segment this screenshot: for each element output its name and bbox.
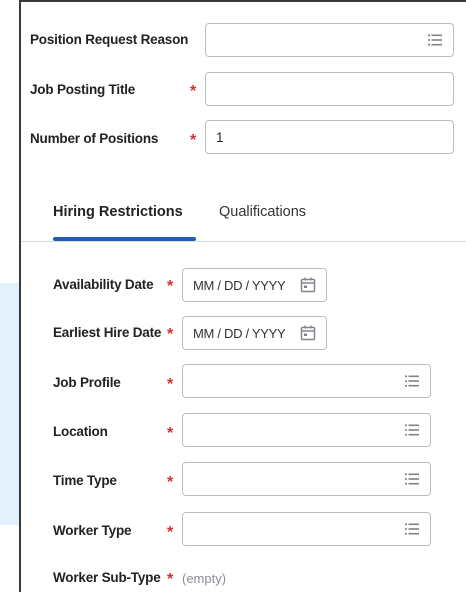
worker-sub-type-label: Worker Sub-Type bbox=[53, 570, 161, 585]
location-field[interactable] bbox=[182, 413, 431, 447]
side-highlight bbox=[0, 283, 21, 525]
list-prompt-icon[interactable] bbox=[405, 375, 419, 387]
availability-date-label: Availability Date bbox=[53, 277, 154, 292]
availability-date-placeholder: MM / DD / YYYY bbox=[193, 277, 286, 293]
job-profile-field[interactable] bbox=[182, 364, 431, 398]
calendar-icon[interactable] bbox=[300, 277, 316, 293]
worker-type-field[interactable] bbox=[182, 512, 431, 546]
tab-qualifications[interactable]: Qualifications bbox=[219, 204, 306, 220]
location-label: Location bbox=[53, 424, 108, 439]
position-request-reason-field[interactable] bbox=[205, 23, 454, 57]
earliest-hire-date-label: Earliest Hire Date bbox=[53, 325, 162, 340]
job-posting-title-label: Job Posting Title bbox=[30, 82, 136, 97]
list-prompt-icon[interactable] bbox=[405, 473, 419, 485]
list-prompt-icon[interactable] bbox=[405, 424, 419, 436]
required-marker: * bbox=[190, 83, 197, 100]
required-marker: * bbox=[167, 425, 174, 442]
number-of-positions-input[interactable]: 1 bbox=[205, 120, 454, 154]
list-prompt-icon[interactable] bbox=[428, 34, 442, 46]
availability-date-input[interactable]: MM / DD / YYYY bbox=[182, 268, 327, 302]
number-of-positions-value: 1 bbox=[216, 129, 224, 145]
list-prompt-icon[interactable] bbox=[405, 523, 419, 535]
time-type-field[interactable] bbox=[182, 462, 431, 496]
active-tab-indicator bbox=[53, 237, 196, 241]
tab-hiring-restrictions[interactable]: Hiring Restrictions bbox=[53, 204, 183, 220]
required-marker: * bbox=[167, 571, 174, 588]
number-of-positions-label: Number of Positions bbox=[30, 131, 159, 146]
job-posting-title-input[interactable] bbox=[205, 72, 454, 106]
calendar-icon[interactable] bbox=[300, 325, 316, 341]
tab-bar: Hiring Restrictions Qualifications bbox=[21, 186, 466, 242]
required-marker: * bbox=[167, 376, 174, 393]
earliest-hire-date-placeholder: MM / DD / YYYY bbox=[193, 325, 286, 341]
required-marker: * bbox=[167, 326, 174, 343]
time-type-label: Time Type bbox=[53, 473, 117, 488]
job-profile-label: Job Profile bbox=[53, 375, 121, 390]
worker-type-label: Worker Type bbox=[53, 523, 132, 538]
required-marker: * bbox=[190, 132, 197, 149]
position-request-reason-label: Position Request Reason bbox=[30, 32, 189, 47]
required-marker: * bbox=[167, 474, 174, 491]
earliest-hire-date-input[interactable]: MM / DD / YYYY bbox=[182, 316, 327, 350]
required-marker: * bbox=[167, 524, 174, 541]
position-request-panel: Position Request Reason Job Posting Titl… bbox=[19, 0, 466, 592]
required-marker: * bbox=[167, 278, 174, 295]
worker-sub-type-empty-value: (empty) bbox=[182, 571, 227, 586]
